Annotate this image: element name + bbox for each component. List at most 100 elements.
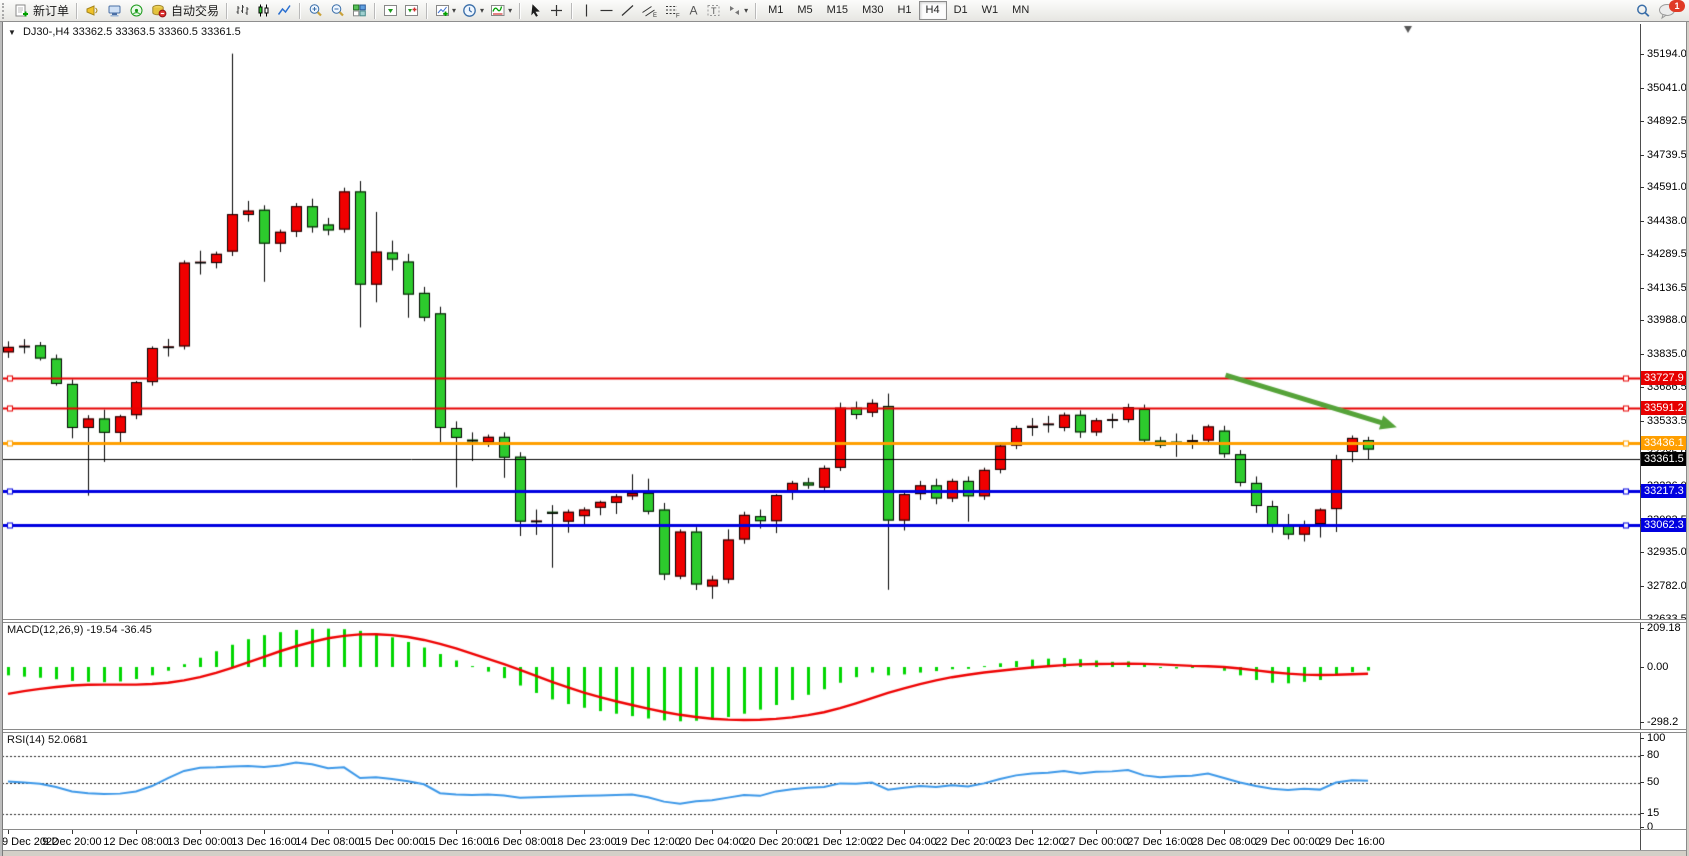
auto-trading-button[interactable]: 自动交易 [148,1,222,21]
text-label-tool-button[interactable]: T [703,1,724,21]
timeframe-m15[interactable]: M15 [820,1,855,20]
time-tick-mark [584,830,585,834]
horn-button[interactable] [82,1,104,21]
toolbar-right: 1 [1632,0,1681,22]
collapse-triangle-icon[interactable]: ▼ [8,28,16,37]
community-button[interactable] [126,1,148,21]
bar-chart-button[interactable] [232,1,253,21]
rsi-tick-mark [1640,782,1644,783]
time-tick-mark [1160,830,1161,834]
toolbar-separator [426,3,428,19]
hline-price-label: 33062.3 [1641,518,1687,532]
price-chart-canvas[interactable] [0,24,1640,619]
timeframe-mn[interactable]: MN [1005,1,1036,20]
dropdown-caret: ▾ [452,6,456,15]
price-tick-mark [1640,586,1644,587]
time-tick-mark [648,830,649,834]
time-axis-label: 19 Dec 12:00 [615,836,680,848]
toolbar-separator [76,3,78,19]
time-axis-label: 22 Dec 04:00 [871,836,936,848]
channel-icon: E [641,3,658,18]
crosshair-tool-button[interactable] [546,1,567,21]
time-tick-mark [1288,830,1289,834]
new-order-icon [15,3,30,18]
rsi-axis-label: 50 [1647,776,1659,789]
chart-shift-button[interactable] [401,1,422,21]
time-axis-label: 14 Dec 08:00 [295,836,360,848]
macd-canvas[interactable] [0,623,1640,729]
time-axis-label: 9 Dec 20:00 [42,836,101,848]
arrows-icon [727,3,742,18]
zoom-out-button[interactable] [327,1,349,21]
indicators-button[interactable]: ▾ [487,1,515,21]
time-tick-mark [328,830,329,834]
time-axis-border [0,829,1689,830]
chart-ohlc-values: 33362.5 33363.5 33360.5 33361.5 [73,26,241,38]
toolbar-separator [374,3,376,19]
trendline-tool-button[interactable] [617,1,638,21]
pane-separator[interactable] [0,619,1689,623]
new-chart-icon [435,3,450,18]
time-axis-label: 22 Dec 20:00 [935,836,1000,848]
time-axis-label: 13 Dec 16:00 [231,836,296,848]
trendline-icon [620,3,635,18]
time-tick-mark [1224,830,1225,834]
time-axis-label: 20 Dec 20:00 [743,836,808,848]
price-tick-mark [1640,155,1644,156]
timeframe-d1[interactable]: D1 [947,1,975,20]
macd-indicator-label: MACD(12,26,9) -19.54 -36.45 [7,624,152,636]
line-chart-button[interactable] [274,1,295,21]
timeframe-w1[interactable]: W1 [975,1,1006,20]
dropdown-caret: ▾ [744,6,748,15]
search-button[interactable] [1632,1,1655,21]
timeframe-m30[interactable]: M30 [855,1,890,20]
price-tick-label: 32935.0 [1647,546,1687,559]
window-frame-left [0,22,3,856]
notifications-button[interactable]: 1 [1655,2,1681,20]
line-chart-icon [277,3,292,18]
dropdown-caret: ▾ [480,6,484,15]
candlestick-chart-button[interactable] [253,1,274,21]
arrows-tool-button[interactable]: ▾ [724,1,751,21]
auto-scroll-button[interactable] [380,1,401,21]
pane-separator[interactable] [0,729,1689,733]
auto-trading-label: 自动交易 [171,2,219,19]
indicators-icon [490,3,506,18]
profiles-button[interactable]: ▾ [459,1,487,21]
new-chart-button[interactable]: ▾ [432,1,459,21]
tile-windows-button[interactable] [349,1,370,21]
zoom-in-button[interactable] [305,1,327,21]
zoom-out-icon [330,3,346,18]
timeframe-m1[interactable]: M1 [761,1,790,20]
rsi-axis-label: 0 [1647,821,1653,834]
time-axis-label: 20 Dec 04:00 [679,836,744,848]
vertical-line-tool-button[interactable] [577,1,596,21]
equidistant-channel-tool-button[interactable]: E [638,1,661,21]
fibonacci-icon: F [664,3,681,18]
fibonacci-tool-button[interactable]: F [661,1,684,21]
new-order-button[interactable]: 新订单 [12,1,72,21]
text-tool-button[interactable]: A [684,1,703,21]
time-tick-mark [1096,830,1097,834]
horizontal-line-tool-button[interactable] [596,1,617,21]
toolbar-drag-handle[interactable] [2,3,9,19]
text-tool-icon: A [687,3,700,18]
macd-tick-mark [1640,667,1644,668]
text-label-icon: T [706,3,721,18]
time-tick-mark [712,830,713,834]
svg-text:F: F [676,14,680,19]
rsi-tick-mark [1640,813,1644,814]
time-tick-mark [776,830,777,834]
toolbar-separator [299,3,301,19]
clock-icon [462,3,478,18]
time-axis-label: 18 Dec 23:00 [551,836,616,848]
timeframe-h4[interactable]: H4 [919,1,947,20]
cursor-tool-button[interactable] [525,1,546,21]
terminal-button[interactable] [104,1,126,21]
rsi-canvas[interactable] [0,733,1640,829]
timeframe-h1[interactable]: H1 [890,1,918,20]
price-tick-mark [1640,54,1644,55]
status-bar [0,850,1689,856]
price-tick-mark [1640,88,1644,89]
timeframe-m5[interactable]: M5 [790,1,819,20]
